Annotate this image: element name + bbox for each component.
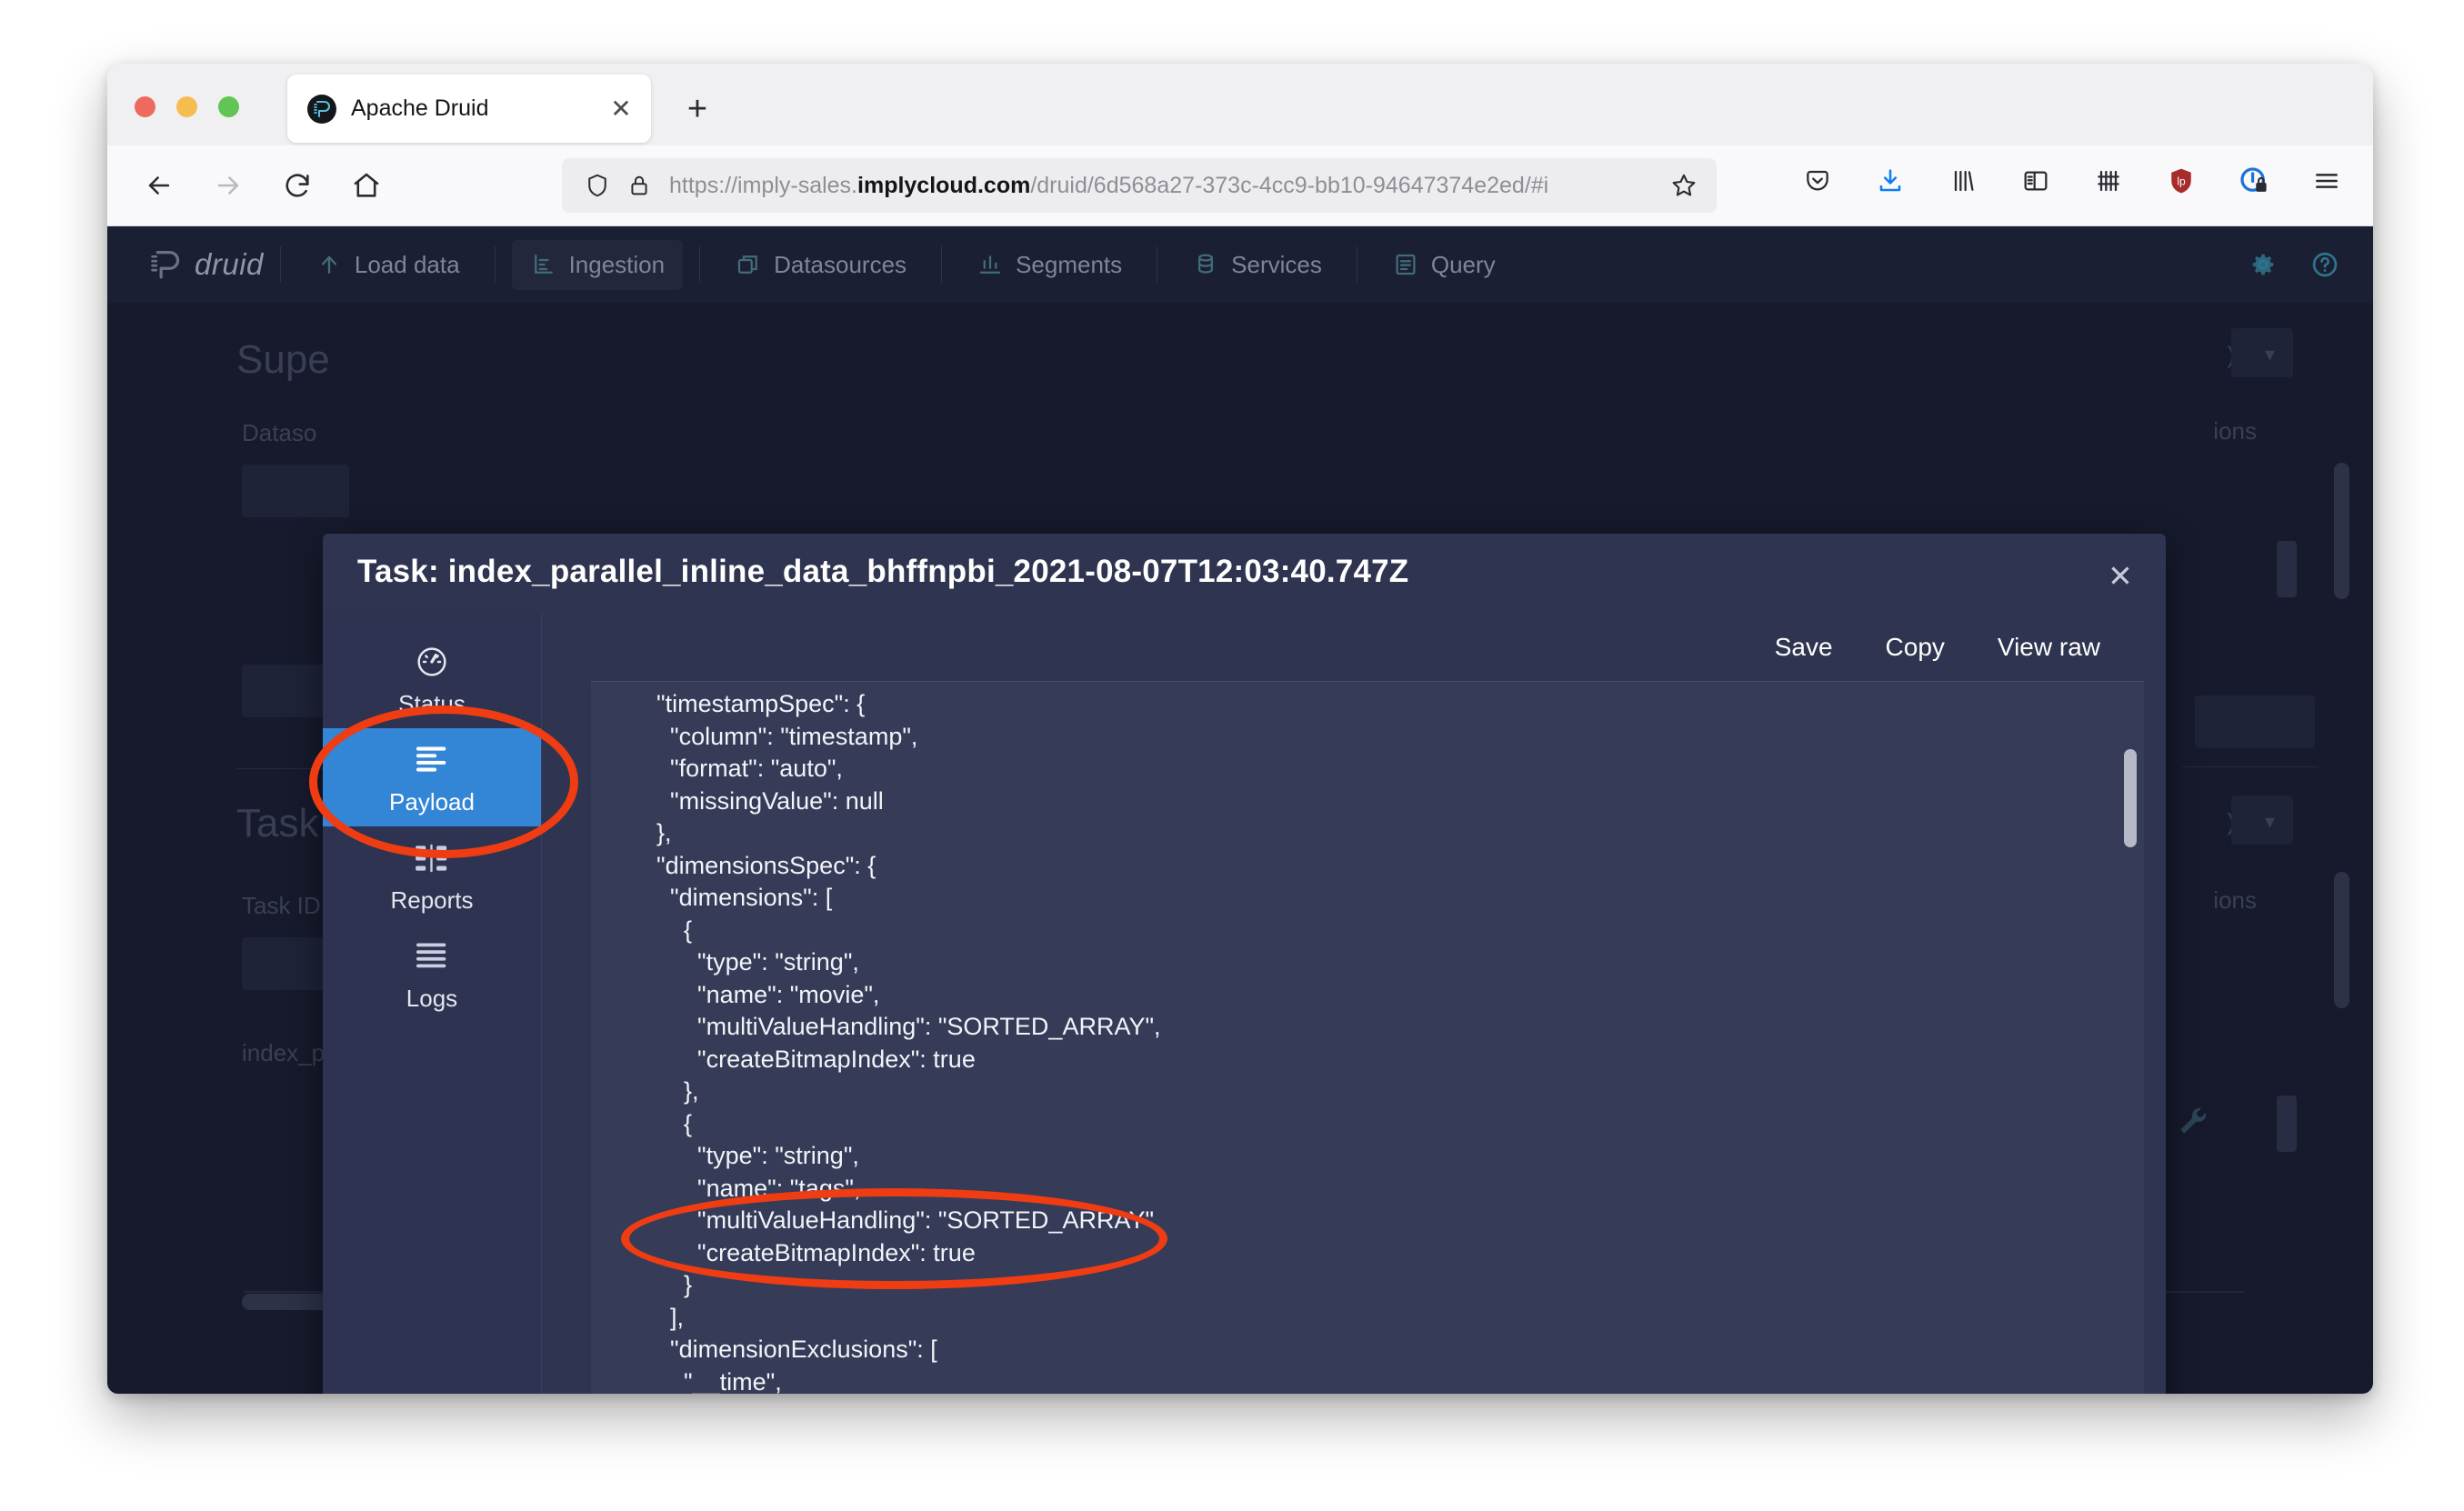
sidebar-item-logs[interactable]: Logs — [323, 925, 541, 1023]
browser-tab-title: Apache Druid — [351, 95, 600, 122]
sidebar-item-label: Payload — [389, 788, 475, 816]
payload-actions: Save Copy View raw — [542, 614, 2166, 681]
plus-icon[interactable]: + — [676, 87, 719, 131]
lock-icon[interactable] — [618, 165, 660, 206]
shield-icon[interactable] — [576, 165, 618, 206]
address-bar-text[interactable]: https://imply-sales.implycloud.com/druid… — [669, 173, 1658, 199]
copy-button[interactable]: Copy — [1886, 633, 1945, 662]
browser-tab-strip: Apache Druid ✕ + — [107, 64, 2373, 145]
sidebar-item-label: Reports — [390, 886, 473, 915]
browser-tab[interactable]: Apache Druid ✕ — [287, 75, 651, 143]
maximize-window-button[interactable] — [218, 96, 239, 117]
payload-pane: Save Copy View raw "timestampSpec": { "c… — [542, 614, 2166, 1394]
logs-lines-icon — [413, 936, 451, 977]
dialog-header: Task: index_parallel_inline_data_bhffnpb… — [323, 534, 2166, 614]
sidebar-item-status[interactable]: Status — [323, 630, 541, 728]
privacy-icon[interactable] — [2229, 156, 2279, 205]
sidebar-item-payload[interactable]: Payload — [323, 728, 541, 826]
address-bar[interactable]: https://imply-sales.implycloud.com/druid… — [562, 158, 1717, 213]
payload-json-editor[interactable]: "timestampSpec": { "column": "timestamp"… — [591, 681, 2144, 1394]
sidebar-item-label: Logs — [406, 985, 457, 1013]
page-title: Task: index_parallel_inline_data_bhffnpb… — [357, 554, 1408, 590]
browser-nav-bar: https://imply-sales.implycloud.com/druid… — [107, 145, 2373, 226]
druid-favicon — [307, 95, 336, 124]
editor-scrollbar[interactable] — [2124, 749, 2137, 847]
star-icon[interactable] — [1658, 160, 1709, 211]
close-window-button[interactable] — [135, 96, 155, 117]
view-raw-button[interactable]: View raw — [1998, 633, 2100, 662]
payload-lines-icon — [413, 739, 451, 781]
screenshot-root: Apache Druid ✕ + — [0, 0, 2464, 1511]
pocket-save-icon[interactable] — [1793, 156, 1842, 205]
save-button[interactable]: Save — [1775, 633, 1833, 662]
svg-text:lp: lp — [2177, 175, 2186, 187]
dialog-body: Status Payload Reports — [323, 614, 2166, 1394]
containers-icon[interactable] — [2084, 156, 2133, 205]
sidebar-item-reports[interactable]: Reports — [323, 826, 541, 925]
payload-json-text: "timestampSpec": { "column": "timestamp"… — [629, 688, 2144, 1394]
reports-icon — [413, 837, 451, 879]
reload-icon[interactable] — [269, 157, 326, 214]
back-arrow-icon[interactable] — [131, 157, 187, 214]
url-path: /druid/6d568a27-373c-4cc9-bb10-94647374e… — [1030, 173, 1548, 198]
task-detail-dialog: Task: index_parallel_inline_data_bhffnpb… — [323, 534, 2166, 1394]
window-controls[interactable] — [135, 96, 239, 117]
lastpass-shield-icon[interactable]: lp — [2157, 156, 2206, 205]
library-icon[interactable] — [1938, 156, 1988, 205]
close-icon[interactable]: ✕ — [2098, 554, 2142, 597]
home-icon[interactable] — [338, 157, 395, 214]
minimize-window-button[interactable] — [176, 96, 197, 117]
url-domain: implycloud.com — [857, 173, 1030, 198]
dialog-sidebar: Status Payload Reports — [323, 614, 542, 1394]
hamburger-menu-icon[interactable] — [2302, 156, 2351, 205]
sidebar-icon[interactable] — [2011, 156, 2060, 205]
browser-toolbar-icons: lp — [1793, 156, 2351, 205]
close-icon[interactable]: ✕ — [600, 88, 642, 130]
url-prefix: https://imply-sales. — [669, 173, 857, 198]
forward-arrow-icon — [200, 157, 256, 214]
sidebar-item-label: Status — [398, 690, 466, 718]
downloads-icon[interactable] — [1866, 156, 1915, 205]
browser-window: Apache Druid ✕ + — [107, 64, 2373, 1394]
druid-app: druid Load data Ingestion — [107, 226, 2373, 1394]
gauge-icon — [414, 641, 450, 683]
